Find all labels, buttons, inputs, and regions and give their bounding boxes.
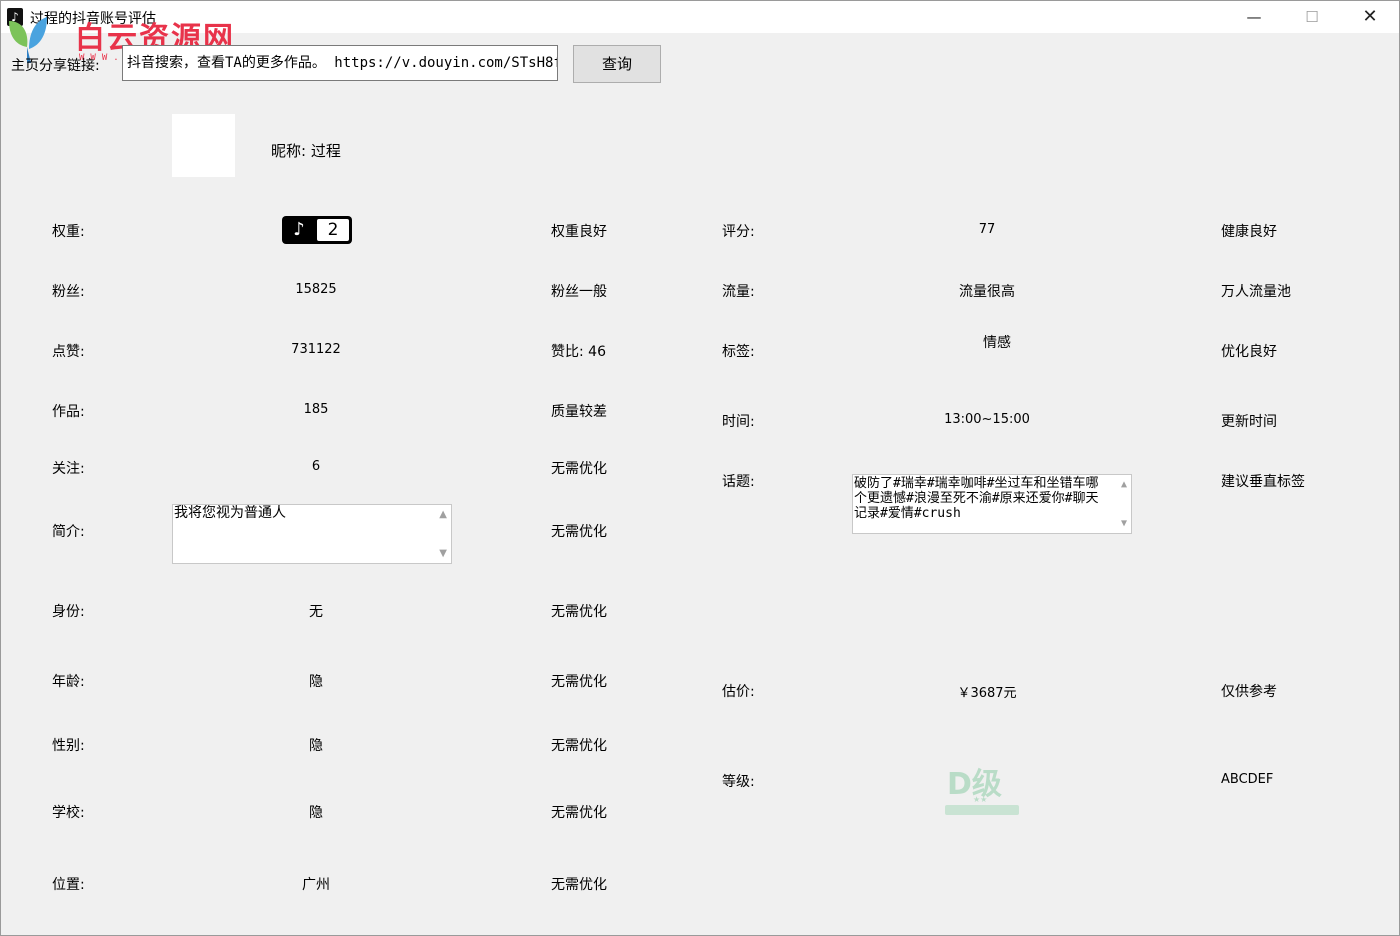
topic-label: 话题: (722, 474, 755, 490)
scroll-up-icon[interactable]: ▲ (1121, 477, 1127, 492)
weight-badge: ♪ 2 (282, 216, 352, 244)
likes-value: 731122 (291, 342, 341, 357)
share-link-input[interactable]: 抖音搜索，查看TA的更多作品。 https://v.douyin.com/STs… (122, 45, 558, 81)
following-note: 无需优化 (551, 461, 607, 477)
weight-number: 2 (317, 219, 349, 241)
gender-label: 性别: (52, 738, 85, 754)
likes-label: 点赞: (52, 344, 85, 360)
school-note: 无需优化 (551, 805, 607, 821)
topic-note: 建议垂直标签 (1221, 474, 1305, 490)
gender-note: 无需优化 (551, 738, 607, 754)
bio-note: 无需优化 (551, 524, 607, 540)
tag-label: 标签: (722, 344, 755, 360)
weight-label: 权重: (52, 224, 85, 240)
valuation-note: 仅供参考 (1221, 684, 1277, 700)
topics-scrollbar[interactable]: ▲ ▼ (1113, 475, 1131, 533)
score-note: 健康良好 (1221, 224, 1277, 240)
maximize-button[interactable]: ☐ (1283, 1, 1341, 33)
tag-note: 优化良好 (1221, 344, 1277, 360)
fans-value: 15825 (295, 282, 337, 297)
location-note: 无需优化 (551, 877, 607, 893)
grade-badge: D级 ★★ (941, 759, 1023, 821)
following-label: 关注: (52, 461, 85, 477)
gender-value: 隐 (309, 738, 323, 754)
time-value: 13:00~15:00 (944, 412, 1030, 427)
grade-note: ABCDEF (1221, 772, 1274, 787)
time-label: 时间: (722, 414, 755, 430)
topics-text: 破防了#瑞幸#瑞幸咖啡#坐过车和坐错车哪个更遗憾#浪漫至死不渝#原来还爱你#聊天… (854, 476, 1099, 521)
topics-textbox[interactable]: 破防了#瑞幸#瑞幸咖啡#坐过车和坐错车哪个更遗憾#浪漫至死不渝#原来还爱你#聊天… (852, 474, 1132, 534)
grade-stars: ★★ (973, 795, 988, 804)
age-note: 无需优化 (551, 674, 607, 690)
valuation-value: ￥3687元 (957, 686, 1017, 701)
grade-ribbon (945, 805, 1019, 815)
age-value: 隐 (309, 674, 323, 690)
bio-label: 简介: (52, 524, 85, 540)
score-label: 评分: (722, 224, 755, 240)
school-value: 隐 (309, 805, 323, 821)
following-value: 6 (311, 459, 321, 474)
grade-label: 等级: (722, 774, 755, 790)
tag-value: 情感 (983, 335, 1011, 351)
close-button[interactable]: ✕ (1341, 1, 1399, 33)
location-value: 广州 (302, 877, 330, 893)
works-label: 作品: (52, 404, 85, 420)
identity-label: 身份: (52, 604, 85, 620)
bio-textbox[interactable]: 我将您视为普通人 ▲ ▼ (172, 504, 452, 564)
location-label: 位置: (52, 877, 85, 893)
traffic-value: 流量很高 (959, 284, 1015, 300)
query-button[interactable]: 查询 (573, 45, 661, 83)
bio-scrollbar[interactable]: ▲ ▼ (433, 505, 451, 563)
fans-label: 粉丝: (52, 284, 85, 300)
works-value: 185 (303, 402, 329, 417)
scroll-up-icon[interactable]: ▲ (439, 507, 447, 522)
valuation-label: 估价: (722, 684, 755, 700)
traffic-note: 万人流量池 (1221, 284, 1291, 300)
weight-note: 权重良好 (551, 224, 607, 240)
bio-text: 我将您视为普通人 (174, 505, 286, 521)
traffic-label: 流量: (722, 284, 755, 300)
identity-note: 无需优化 (551, 604, 607, 620)
score-value: 77 (978, 222, 996, 237)
avatar (172, 114, 235, 177)
time-note: 更新时间 (1221, 414, 1277, 430)
minimize-button[interactable]: — (1225, 1, 1283, 33)
age-label: 年龄: (52, 674, 85, 690)
url-label: 主页分享链接: (11, 58, 100, 74)
identity-value: 无 (309, 604, 323, 620)
scroll-down-icon[interactable]: ▼ (439, 546, 447, 561)
app-window: ♪ 过程的抖音账号评估 — ☐ ✕ 白云资源网 WWW.52BYW.CN 主页分… (0, 0, 1400, 936)
fans-note: 粉丝一般 (551, 284, 607, 300)
likes-note: 赞比: 46 (551, 344, 606, 360)
tiktok-note-icon: ♪ (293, 219, 305, 240)
works-note: 质量较差 (551, 404, 607, 420)
scroll-down-icon[interactable]: ▼ (1121, 516, 1127, 531)
nickname-label: 昵称: 过程 (271, 142, 341, 160)
school-label: 学校: (52, 805, 85, 821)
